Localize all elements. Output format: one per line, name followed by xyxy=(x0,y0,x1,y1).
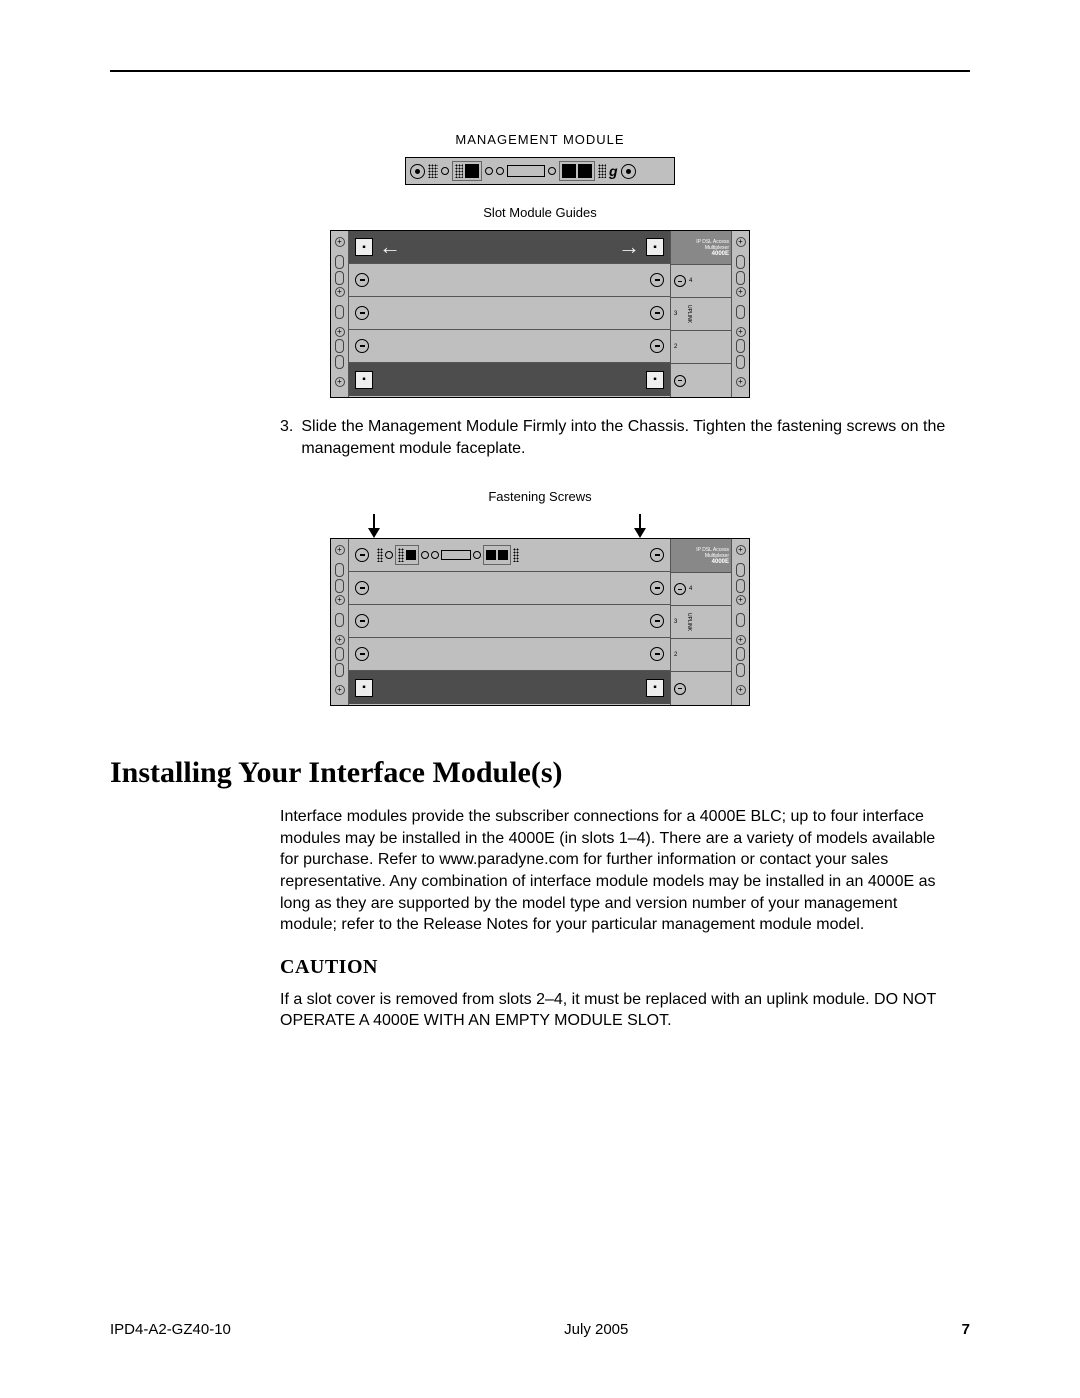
chassis-slot-empty-bottom: ▪▪ xyxy=(349,363,670,396)
fastening-screws-label: Fastening Screws xyxy=(110,489,970,504)
chassis-side-labels: IP DSL Access Multiplexer 4000E 4 3UPLIN… xyxy=(671,231,731,397)
chassis-product-model: 4000E xyxy=(712,251,729,257)
chassis2-side-labels: IP DSL Access Multiplexer 4000E 4 3UPLIN… xyxy=(671,539,731,705)
inline-management-module xyxy=(375,545,644,565)
arrow-down-icon xyxy=(364,514,384,538)
management-module-figure: g xyxy=(405,157,675,185)
caution-text: If a slot cover is removed from slots 2–… xyxy=(280,989,950,1032)
chassis2-mgmt-slot xyxy=(349,539,670,572)
chassis-figure-1: ▪ ← → ▪ ▪▪ xyxy=(330,230,750,398)
section-heading: Installing Your Interface Module(s) xyxy=(110,756,970,790)
chassis2-slots: ▪▪ xyxy=(349,539,671,705)
step-3: 3. Slide the Management Module Firmly in… xyxy=(280,416,950,459)
chassis-product-name: IP DSL Access Multiplexer xyxy=(673,239,729,251)
fastening-arrows xyxy=(330,514,750,538)
caution-heading: CAUTION xyxy=(280,956,950,979)
top-rule xyxy=(110,70,970,72)
chassis-left-rail xyxy=(331,231,349,397)
slot-module-guides-label: Slot Module Guides xyxy=(110,205,970,220)
page-footer: IPD4-A2-GZ40-10 July 2005 7 xyxy=(110,1321,970,1338)
chassis2-slot-3 xyxy=(349,605,670,638)
chassis2-slot-2 xyxy=(349,638,670,671)
step-number: 3. xyxy=(280,416,293,459)
footer-page-number: 7 xyxy=(962,1321,970,1338)
chassis-slots: ▪ ← → ▪ ▪▪ xyxy=(349,231,671,397)
chassis-slot-3 xyxy=(349,297,670,330)
chassis2-right-rail xyxy=(731,539,749,705)
chassis2-left-rail xyxy=(331,539,349,705)
chassis2-slot-4 xyxy=(349,572,670,605)
footer-date: July 2005 xyxy=(564,1321,628,1338)
footer-doc-id: IPD4-A2-GZ40-10 xyxy=(110,1321,231,1338)
arrow-left-icon: ← xyxy=(379,234,401,260)
chassis-slot-2 xyxy=(349,330,670,363)
chassis2-slot-empty: ▪▪ xyxy=(349,671,670,704)
chassis-figure-2: ▪▪ IP DSL Access Multiplexer 4000E 4 3UP… xyxy=(330,538,750,706)
arrow-right-icon: → xyxy=(618,234,640,260)
step-text: Slide the Management Module Firmly into … xyxy=(301,416,950,459)
arrow-down-icon xyxy=(630,514,650,538)
chassis-right-rail xyxy=(731,231,749,397)
page: MANAGEMENT MODULE g Slot Module Guides xyxy=(0,0,1080,1398)
body-paragraph: Interface modules provide the subscriber… xyxy=(280,806,950,936)
chassis-slot-4 xyxy=(349,264,670,297)
chassis-slot-empty-top: ▪ ← → ▪ xyxy=(349,231,670,264)
management-module-label: MANAGEMENT MODULE xyxy=(110,132,970,147)
